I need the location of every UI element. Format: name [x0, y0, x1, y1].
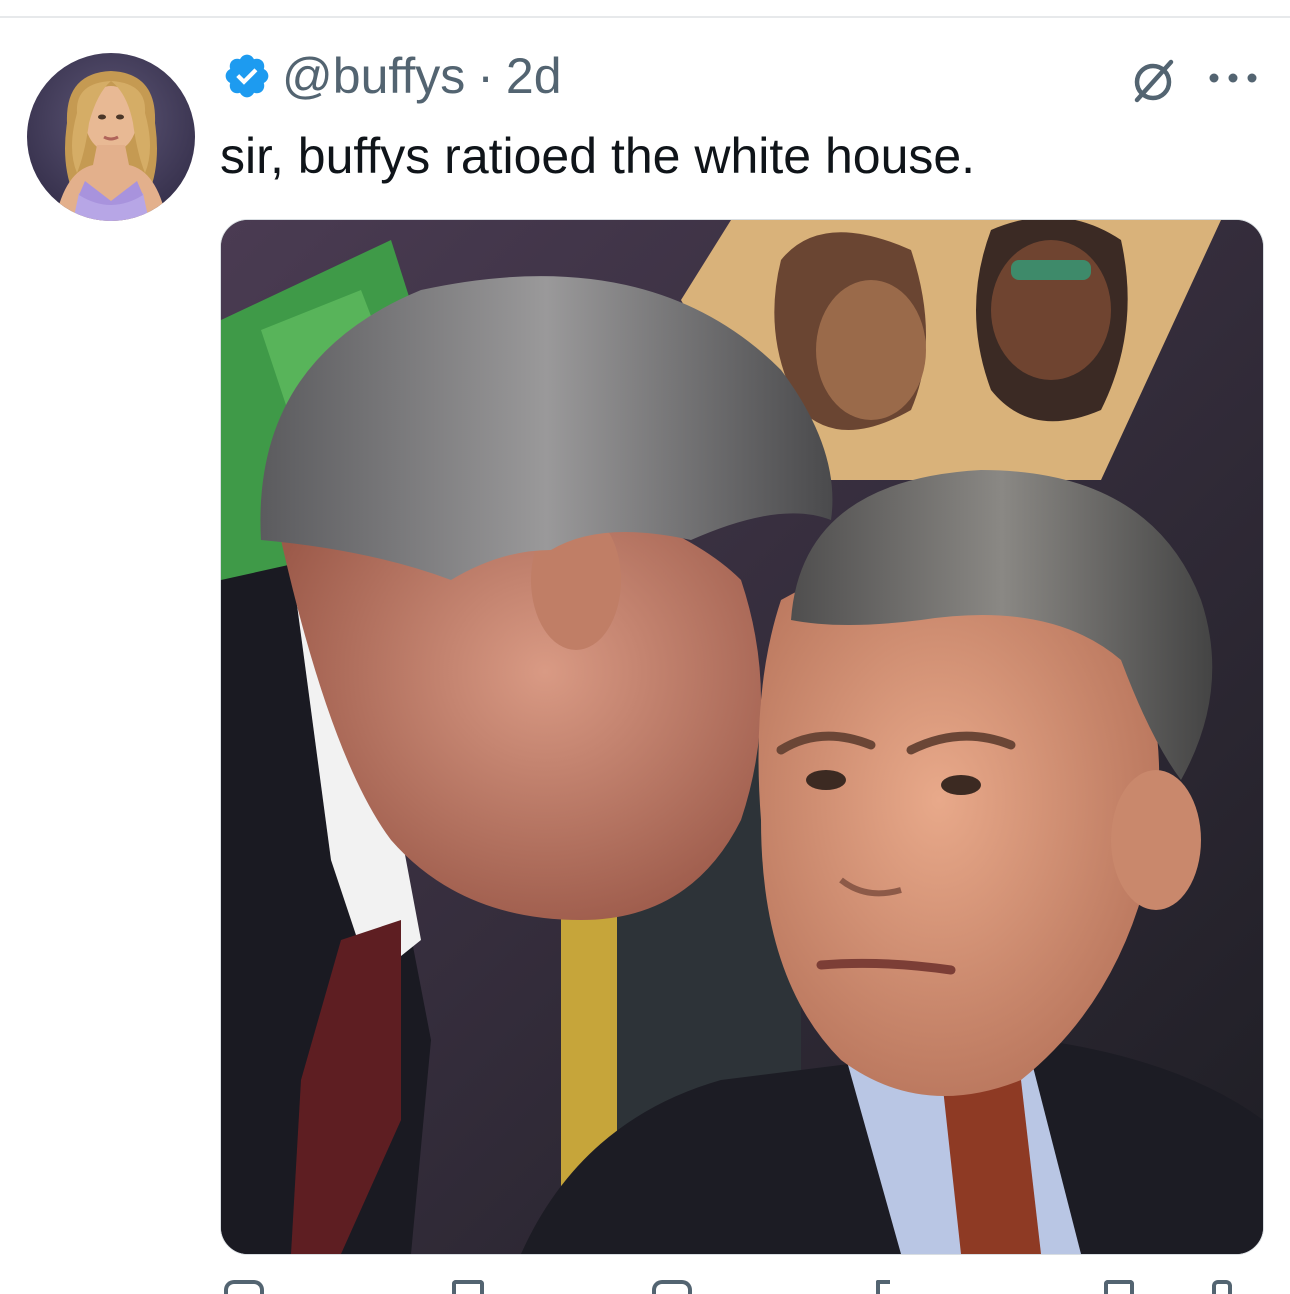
reply-icon[interactable]: [224, 1280, 264, 1294]
bookmark-icon[interactable]: [1104, 1280, 1134, 1294]
avatar[interactable]: [27, 53, 195, 221]
more-options-icon[interactable]: [1206, 66, 1260, 90]
tweet-header: @buffys · 2d: [222, 44, 562, 108]
tweet-actions: [220, 1280, 1262, 1294]
share-icon[interactable]: [1212, 1280, 1232, 1294]
verified-badge-icon: [225, 54, 269, 98]
tweet-photo[interactable]: [220, 219, 1264, 1255]
tweet-timestamp[interactable]: 2d: [506, 47, 562, 105]
top-divider: [0, 16, 1290, 18]
like-icon[interactable]: [652, 1280, 692, 1294]
author-handle[interactable]: @buffys: [282, 47, 465, 105]
separator-dot: ·: [477, 48, 494, 104]
retweet-icon[interactable]: [452, 1280, 484, 1294]
views-icon[interactable]: [876, 1280, 890, 1294]
tweet-text: sir, buffys ratioed the white house.: [220, 128, 976, 184]
grok-icon[interactable]: [1128, 54, 1180, 106]
avatar-image: [55, 71, 167, 221]
